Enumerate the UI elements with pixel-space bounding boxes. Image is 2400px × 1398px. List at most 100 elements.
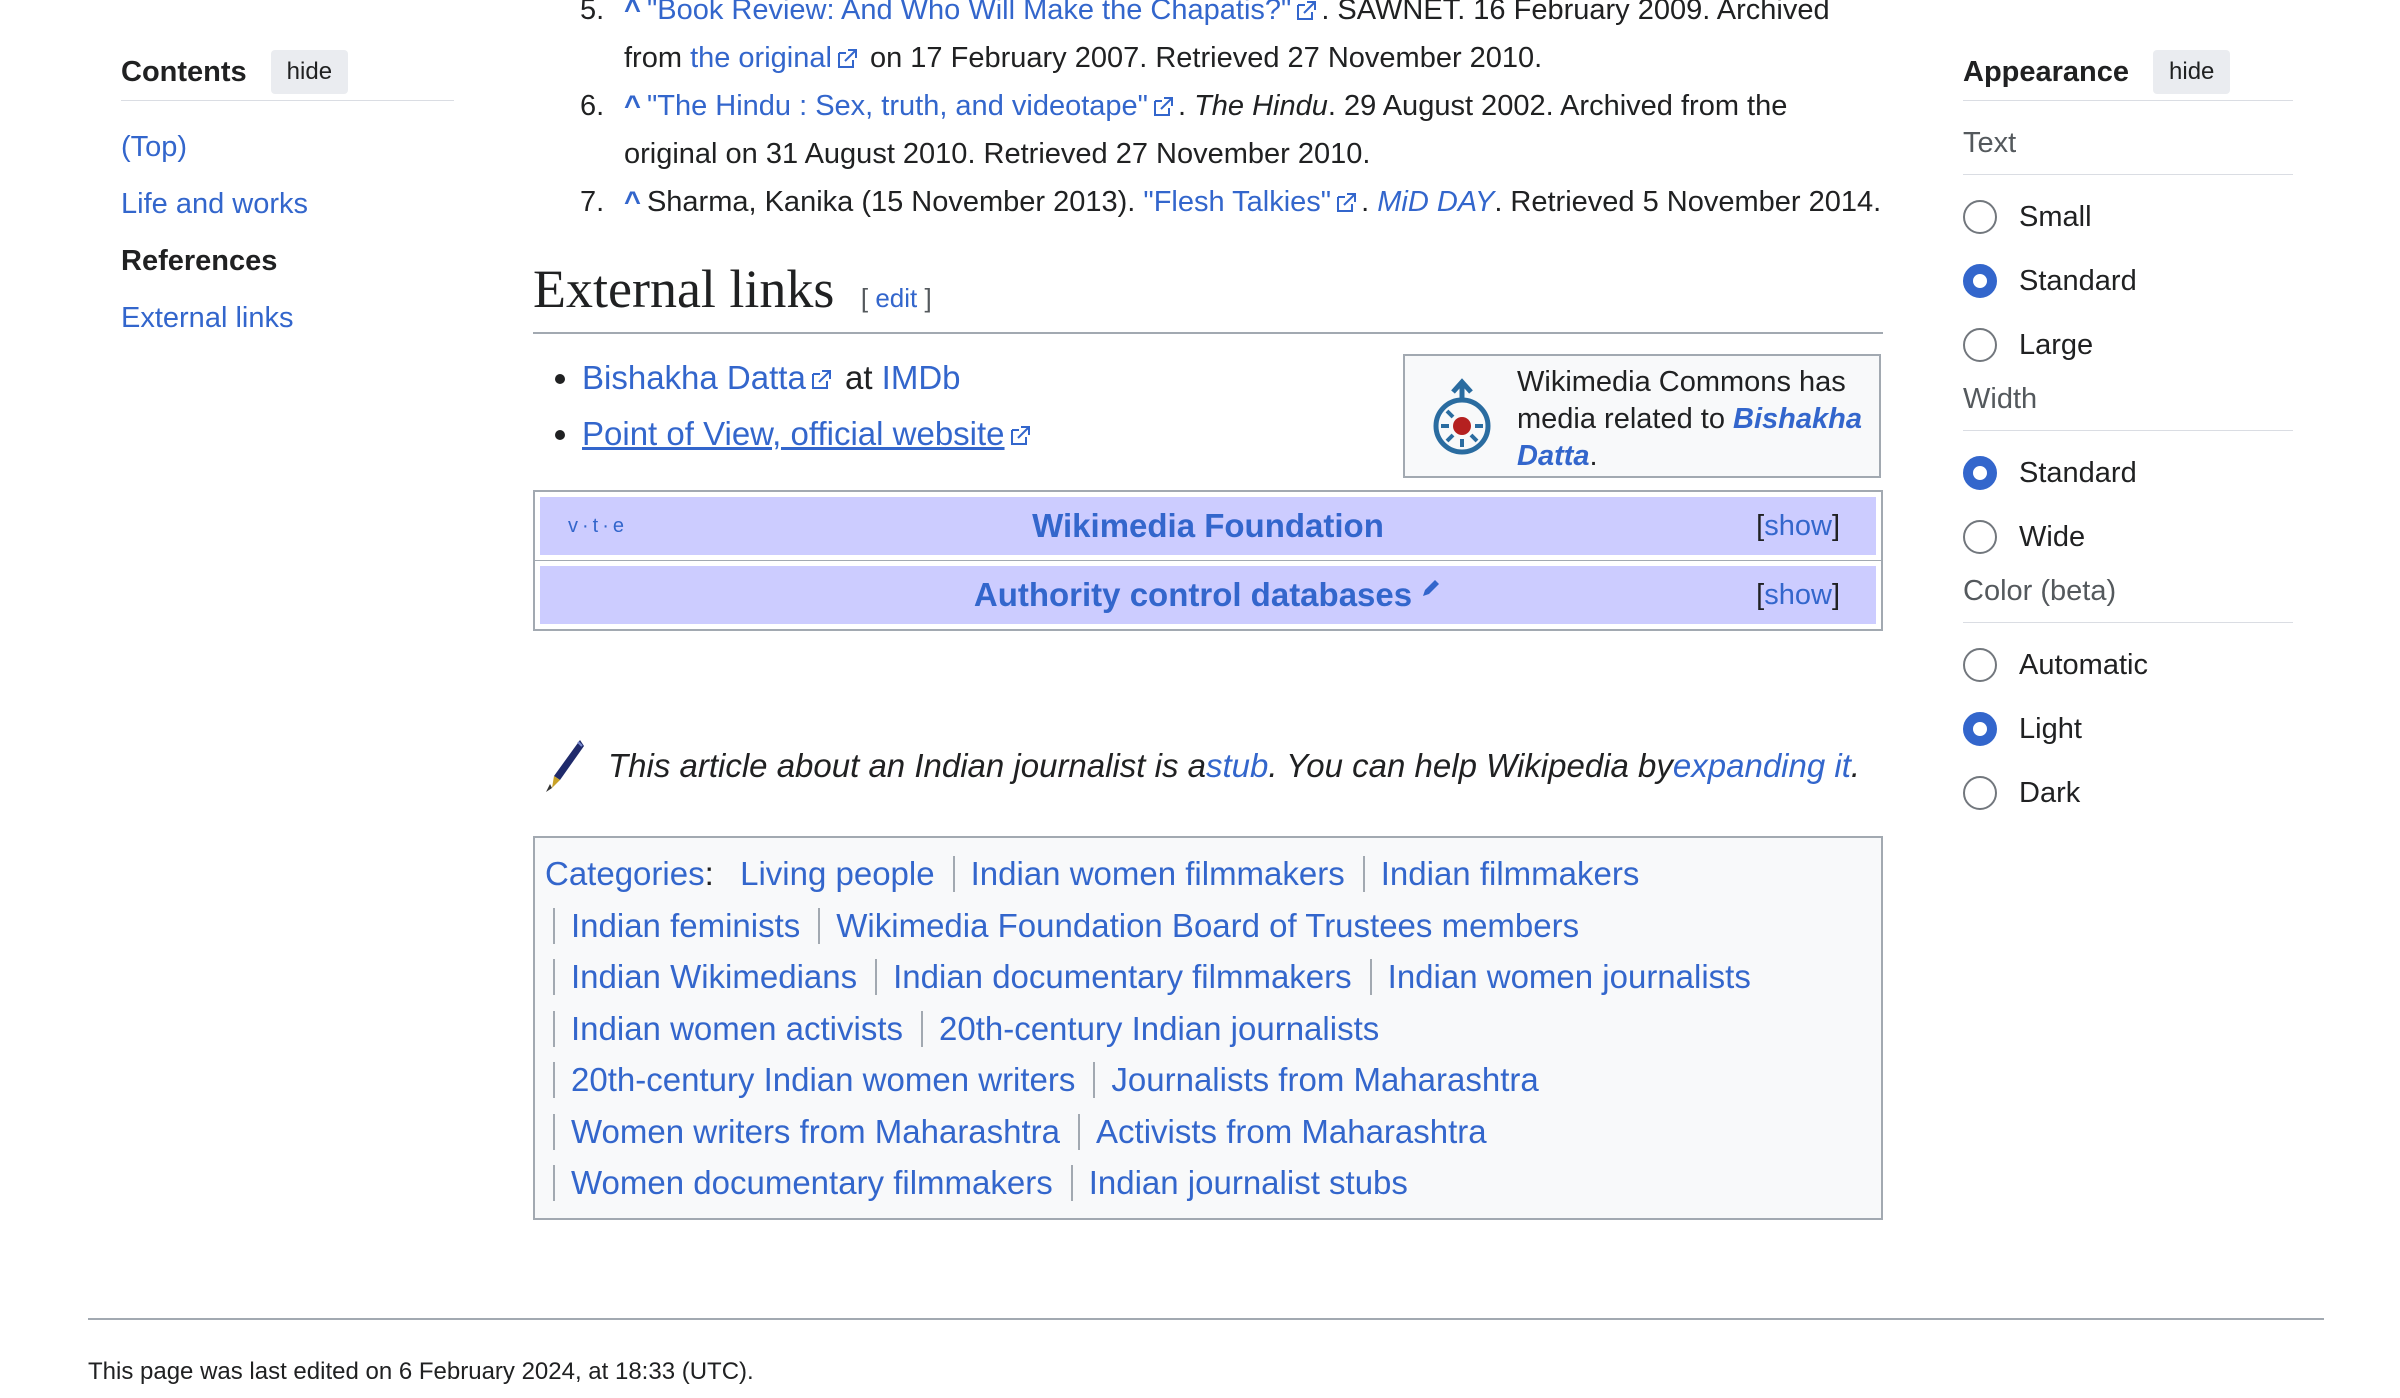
backlink-caret[interactable]: ^ — [624, 186, 641, 218]
external-link-icon — [1337, 193, 1357, 213]
radio-checked-icon[interactable] — [1963, 712, 1997, 746]
categories-box: Categories: Living people Indian women fi… — [533, 836, 1883, 1220]
radio-unchecked-icon[interactable] — [1963, 328, 1997, 362]
radio-label: Standard — [2019, 264, 2137, 297]
external-links-list: Bishakha Datta at IMDb Point of View, of… — [550, 350, 1035, 462]
navbox-show-toggle[interactable]: [show] — [1756, 510, 1840, 543]
radio-color-light[interactable]: Light — [1963, 697, 2293, 761]
radio-unchecked-icon[interactable] — [1963, 776, 1997, 810]
category-link[interactable]: Indian feminists — [553, 907, 818, 944]
toc-item-top[interactable]: (Top) — [121, 119, 454, 176]
category-link[interactable]: Indian Wikimedians — [553, 959, 875, 995]
reference-title-link[interactable]: "Flesh Talkies" — [1143, 186, 1331, 218]
external-link-icon — [1153, 97, 1173, 117]
section-title: External links — [533, 259, 835, 319]
official-website-link[interactable]: Point of View, official website — [582, 415, 1005, 452]
radio-label: Wide — [2019, 520, 2086, 553]
external-link-icon — [1010, 426, 1030, 446]
category-link[interactable]: Indian women filmmakers — [952, 856, 1363, 892]
pencil-edit-icon[interactable] — [1420, 577, 1442, 599]
category-link[interactable]: Indian documentary filmmakers — [875, 959, 1370, 995]
vte-links[interactable]: v·t·e — [568, 515, 628, 538]
radio-text-small[interactable]: Small — [1963, 185, 2293, 249]
expand-link[interactable]: expanding it — [1673, 747, 1851, 785]
category-link[interactable]: Women writers from Maharashtra — [553, 1113, 1078, 1150]
navbox-title[interactable]: Wikimedia Foundation — [1032, 507, 1384, 545]
category-link[interactable]: Indian journalist stubs — [1070, 1165, 1426, 1201]
stub-text: . — [1850, 747, 1861, 784]
radio-unchecked-icon[interactable] — [1963, 520, 1997, 554]
backlink-caret[interactable]: ^ — [624, 90, 641, 122]
reference-text: on 17 February 2007. Retrieved 27 Novemb… — [861, 42, 1543, 74]
width-label: Width — [1963, 383, 2293, 431]
navbox-wikimedia-foundation: v·t·e Wikimedia Foundation [show] — [533, 490, 1883, 562]
radio-text-standard[interactable]: Standard — [1963, 249, 2293, 313]
reference-number: 7. — [580, 186, 605, 218]
toc-hide-button[interactable]: hide — [270, 50, 349, 94]
navbox-authority-control: Authority control databases [show] — [533, 561, 1883, 631]
footer-divider — [88, 1318, 2324, 1320]
navbox-show-toggle[interactable]: [show] — [1756, 579, 1840, 612]
category-link[interactable]: Indian women journalists — [1369, 959, 1769, 995]
toc-item-life-and-works[interactable]: Life and works — [121, 176, 454, 233]
imdb-link[interactable]: IMDb — [882, 359, 961, 396]
toc-item-references[interactable]: References — [121, 233, 454, 290]
backlink-caret[interactable]: ^ — [624, 0, 641, 26]
category-link[interactable]: 20th-century Indian journalists — [920, 1010, 1397, 1047]
radio-width-standard[interactable]: Standard — [1963, 441, 2293, 505]
radio-label: Light — [2019, 712, 2082, 745]
reference-text: from — [624, 42, 691, 74]
original-link[interactable]: the original — [690, 42, 832, 74]
commons-box: Wikimedia Commons has media related to B… — [1403, 354, 1881, 478]
category-row: Indian Wikimedians Indian documentary fil… — [545, 951, 1871, 1003]
radio-color-automatic[interactable]: Automatic — [1963, 633, 2293, 697]
toc-item-external-links[interactable]: External links — [121, 290, 454, 347]
radio-checked-icon[interactable] — [1963, 264, 1997, 298]
navbox-title[interactable]: Authority control databases — [974, 576, 1412, 614]
radio-width-wide[interactable]: Wide — [1963, 505, 2293, 569]
navbox-title-bar: v·t·e Wikimedia Foundation [show] — [540, 497, 1876, 555]
appearance-header: Appearance hide — [1963, 48, 2293, 101]
radio-label: Standard — [2019, 456, 2137, 489]
radio-color-dark[interactable]: Dark — [1963, 761, 2293, 825]
radio-unchecked-icon[interactable] — [1963, 648, 1997, 682]
table-of-contents: Contents hide (Top) Life and works Refer… — [121, 48, 454, 347]
radio-label: Automatic — [2019, 648, 2148, 681]
radio-unchecked-icon[interactable] — [1963, 200, 1997, 234]
last-edited-info: This page was last edited on 6 February … — [88, 1358, 754, 1385]
stub-notice: This article about an Indian journalist … — [540, 736, 1860, 796]
category-link[interactable]: Living people — [732, 856, 953, 892]
category-link[interactable]: Wikimedia Foundation Board of Trustees m… — [818, 907, 1597, 944]
appearance-hide-button[interactable]: hide — [2153, 50, 2231, 94]
category-link[interactable]: Indian filmmakers — [1362, 856, 1658, 892]
radio-label: Large — [2019, 328, 2094, 361]
color-label: Color (beta) — [1963, 575, 2293, 623]
color-options: Automatic Light Dark — [1963, 623, 2293, 825]
category-link[interactable]: 20th-century Indian women writers — [553, 1062, 1093, 1098]
reference-item: 6. ^ "The Hindu : Sex, truth, and videota… — [580, 82, 1886, 178]
reference-number: 6. — [580, 90, 605, 122]
category-link[interactable]: Activists from Maharashtra — [1078, 1113, 1505, 1150]
reference-text: original on 31 August 2010. Retrieved 27… — [624, 138, 1371, 170]
radio-label: Dark — [2019, 776, 2081, 809]
reference-text: . 29 August 2002. Archived from the — [1327, 90, 1788, 122]
text-size-options: Small Standard Large — [1963, 175, 2293, 377]
category-link[interactable]: Indian women activists — [553, 1010, 921, 1047]
stub-link[interactable]: stub — [1206, 747, 1268, 785]
reference-title-link[interactable]: "Book Review: And Who Will Make the Chap… — [647, 0, 1291, 26]
show-button[interactable]: show — [1764, 579, 1832, 611]
category-row: Women writers from Maharashtra Activists … — [545, 1106, 1871, 1158]
navbox-title-bar: Authority control databases [show] — [540, 566, 1876, 624]
radio-checked-icon[interactable] — [1963, 456, 1997, 490]
edit-link[interactable]: edit — [875, 283, 917, 313]
imdb-person-link[interactable]: Bishakha Datta — [582, 359, 806, 396]
list-text: at — [835, 359, 882, 396]
reference-title-link[interactable]: "The Hindu : Sex, truth, and videotape" — [647, 90, 1148, 122]
category-link[interactable]: Women documentary filmmakers — [553, 1165, 1071, 1201]
show-button[interactable]: show — [1764, 510, 1832, 542]
publication-link[interactable]: MiD DAY — [1377, 186, 1494, 218]
external-link-icon — [1297, 1, 1317, 21]
category-link[interactable]: Journalists from Maharashtra — [1093, 1062, 1556, 1098]
categories-label-link[interactable]: Categories — [545, 855, 705, 892]
radio-text-large[interactable]: Large — [1963, 313, 2293, 377]
